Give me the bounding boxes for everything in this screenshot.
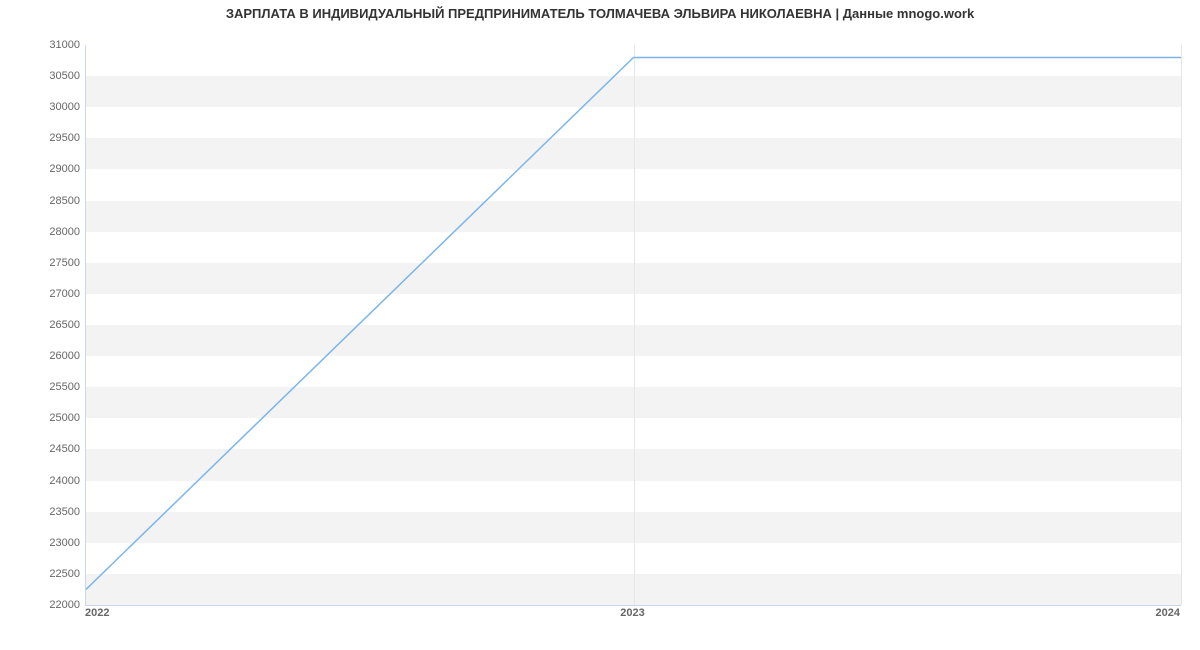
x-tick-label: 2023: [620, 607, 644, 619]
y-tick-label: 29000: [0, 163, 80, 175]
y-tick-label: 30500: [0, 70, 80, 82]
y-tick-label: 27000: [0, 288, 80, 300]
y-axis-ticks: 2200022500230002350024000245002500025500…: [0, 45, 80, 605]
plot-area: [85, 45, 1181, 606]
grid-vline: [1181, 45, 1182, 605]
y-tick-label: 22000: [0, 599, 80, 611]
y-tick-label: 26000: [0, 350, 80, 362]
y-tick-label: 29500: [0, 132, 80, 144]
y-tick-label: 24000: [0, 475, 80, 487]
x-axis-ticks: 2022 2023 2024: [85, 607, 1180, 627]
y-tick-label: 25500: [0, 381, 80, 393]
y-tick-label: 26500: [0, 319, 80, 331]
line-series: [86, 45, 1181, 605]
y-tick-label: 31000: [0, 39, 80, 51]
x-tick-label: 2024: [1156, 607, 1180, 619]
series-line: [86, 57, 1181, 589]
chart-container: ЗАРПЛАТА В ИНДИВИДУАЛЬНЫЙ ПРЕДПРИНИМАТЕЛ…: [0, 0, 1200, 650]
y-tick-label: 25000: [0, 412, 80, 424]
y-tick-label: 23500: [0, 506, 80, 518]
y-tick-label: 27500: [0, 257, 80, 269]
x-tick-label: 2022: [85, 607, 109, 619]
y-tick-label: 28000: [0, 226, 80, 238]
y-tick-label: 24500: [0, 443, 80, 455]
y-tick-label: 22500: [0, 568, 80, 580]
chart-title: ЗАРПЛАТА В ИНДИВИДУАЛЬНЫЙ ПРЕДПРИНИМАТЕЛ…: [0, 6, 1200, 21]
y-tick-label: 28500: [0, 195, 80, 207]
y-tick-label: 23000: [0, 537, 80, 549]
y-tick-label: 30000: [0, 101, 80, 113]
